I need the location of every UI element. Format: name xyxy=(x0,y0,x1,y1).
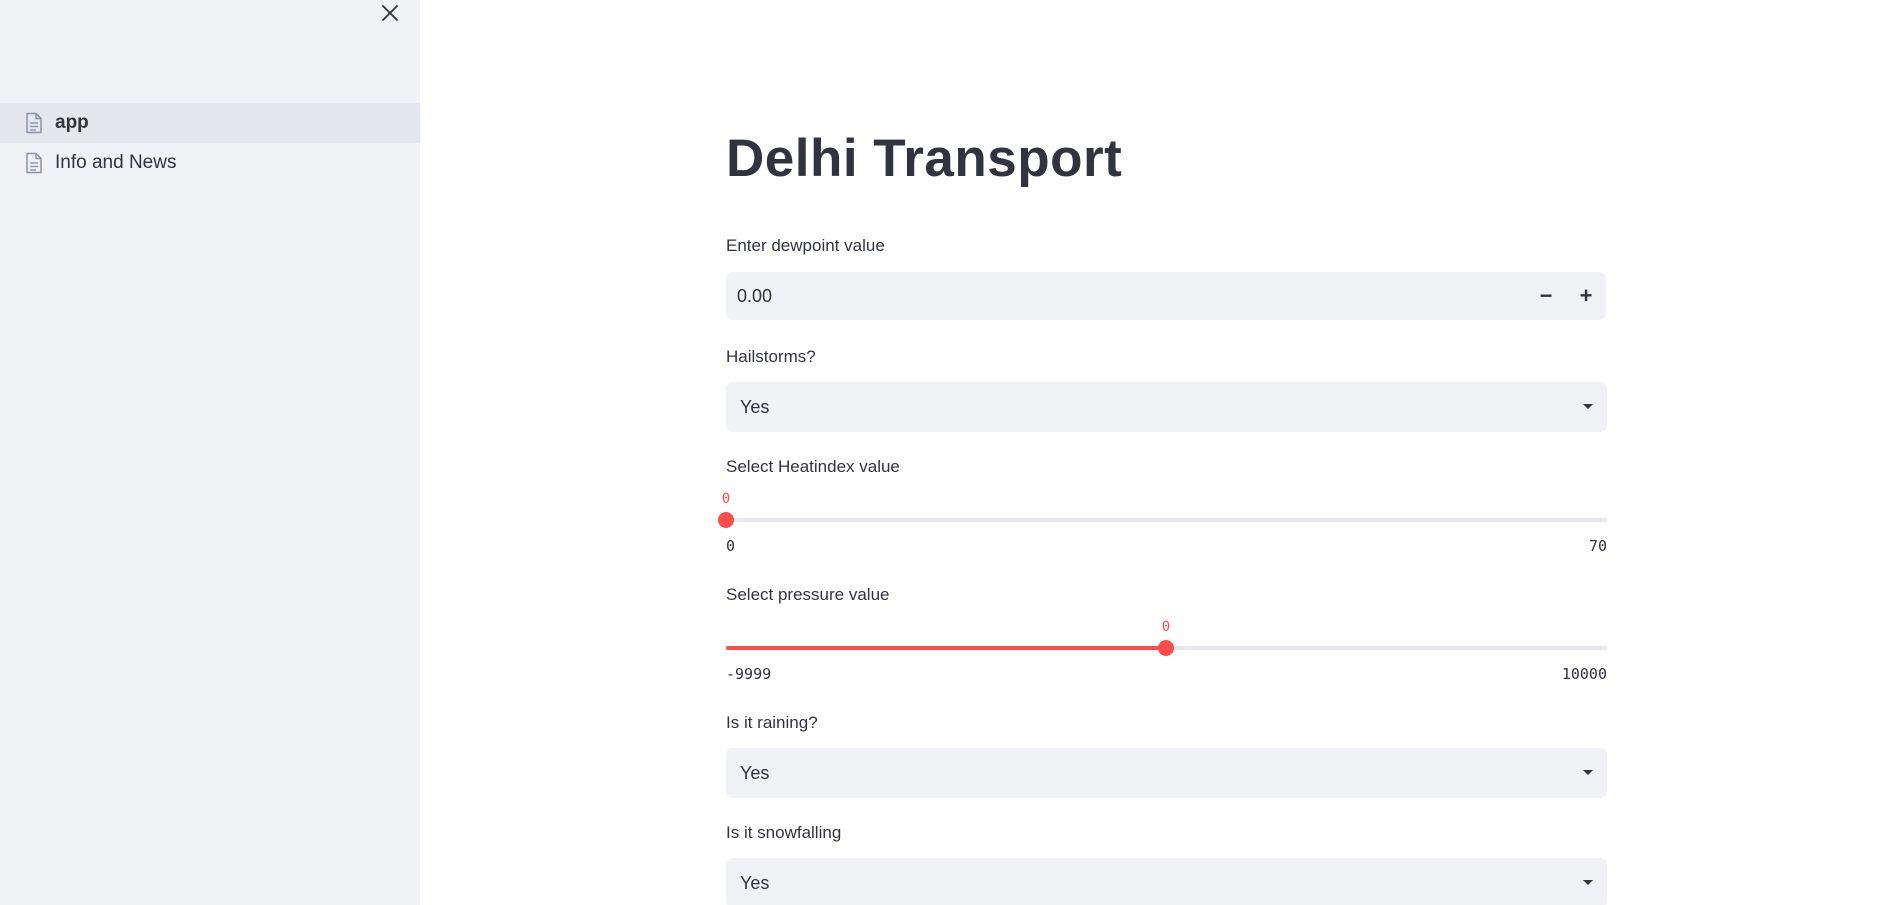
chevron-down-icon xyxy=(1583,404,1593,409)
chevron-down-icon xyxy=(1583,770,1593,775)
hailstorms-selected-value: Yes xyxy=(740,397,770,417)
snowfalling-select[interactable]: Yes xyxy=(726,858,1607,905)
slider-min-label: 0 xyxy=(726,537,736,555)
sidebar-item-label: Info and News xyxy=(55,152,177,173)
document-icon xyxy=(24,112,44,134)
slider-handle[interactable] xyxy=(718,512,734,528)
app-window: app Info and News Delhi Transport Enter … xyxy=(0,0,1878,905)
dewpoint-input[interactable]: 0.00 xyxy=(737,272,772,320)
slider-fill xyxy=(726,646,1166,650)
raining-selected-value: Yes xyxy=(740,763,770,783)
chevron-down-icon xyxy=(1583,880,1593,885)
snowfalling-selected-value: Yes xyxy=(740,873,770,893)
slider-current-value: 0 xyxy=(1161,619,1171,635)
close-icon xyxy=(382,5,398,21)
main-area: Delhi Transport Enter dewpoint value 0.0… xyxy=(420,0,1878,905)
decrement-button[interactable]: − xyxy=(1526,272,1566,320)
dewpoint-label: Enter dewpoint value xyxy=(726,236,885,255)
heatindex-slider[interactable]: 0 0 70 xyxy=(718,487,1607,557)
snowfalling-label: Is it snowfalling xyxy=(726,823,842,842)
slider-max-label: 10000 xyxy=(1561,665,1607,683)
sidebar-nav: app Info and News xyxy=(0,103,420,183)
hailstorms-select[interactable]: Yes xyxy=(726,382,1607,432)
pressure-label: Select pressure value xyxy=(726,585,890,604)
raining-select[interactable]: Yes xyxy=(726,748,1607,798)
close-sidebar-button[interactable] xyxy=(376,0,404,28)
slider-handle[interactable] xyxy=(1158,640,1174,656)
page-title: Delhi Transport xyxy=(726,129,1123,188)
slider-max-label: 70 xyxy=(1588,537,1607,555)
sidebar-item-label: app xyxy=(55,112,89,133)
sidebar-item-app[interactable]: app xyxy=(0,103,420,143)
increment-button[interactable]: + xyxy=(1566,272,1606,320)
dewpoint-number-input: 0.00 − + xyxy=(726,272,1606,320)
heatindex-label: Select Heatindex value xyxy=(726,457,900,476)
slider-current-value: 0 xyxy=(721,491,731,507)
raining-label: Is it raining? xyxy=(726,713,818,732)
slider-min-label: -9999 xyxy=(726,665,772,683)
sidebar-item-info-and-news[interactable]: Info and News xyxy=(0,143,420,183)
document-icon xyxy=(24,152,44,174)
pressure-slider[interactable]: 0 -9999 10000 xyxy=(726,615,1607,685)
sidebar: app Info and News xyxy=(0,0,420,905)
slider-track[interactable] xyxy=(726,518,1607,522)
hailstorms-label: Hailstorms? xyxy=(726,347,816,366)
